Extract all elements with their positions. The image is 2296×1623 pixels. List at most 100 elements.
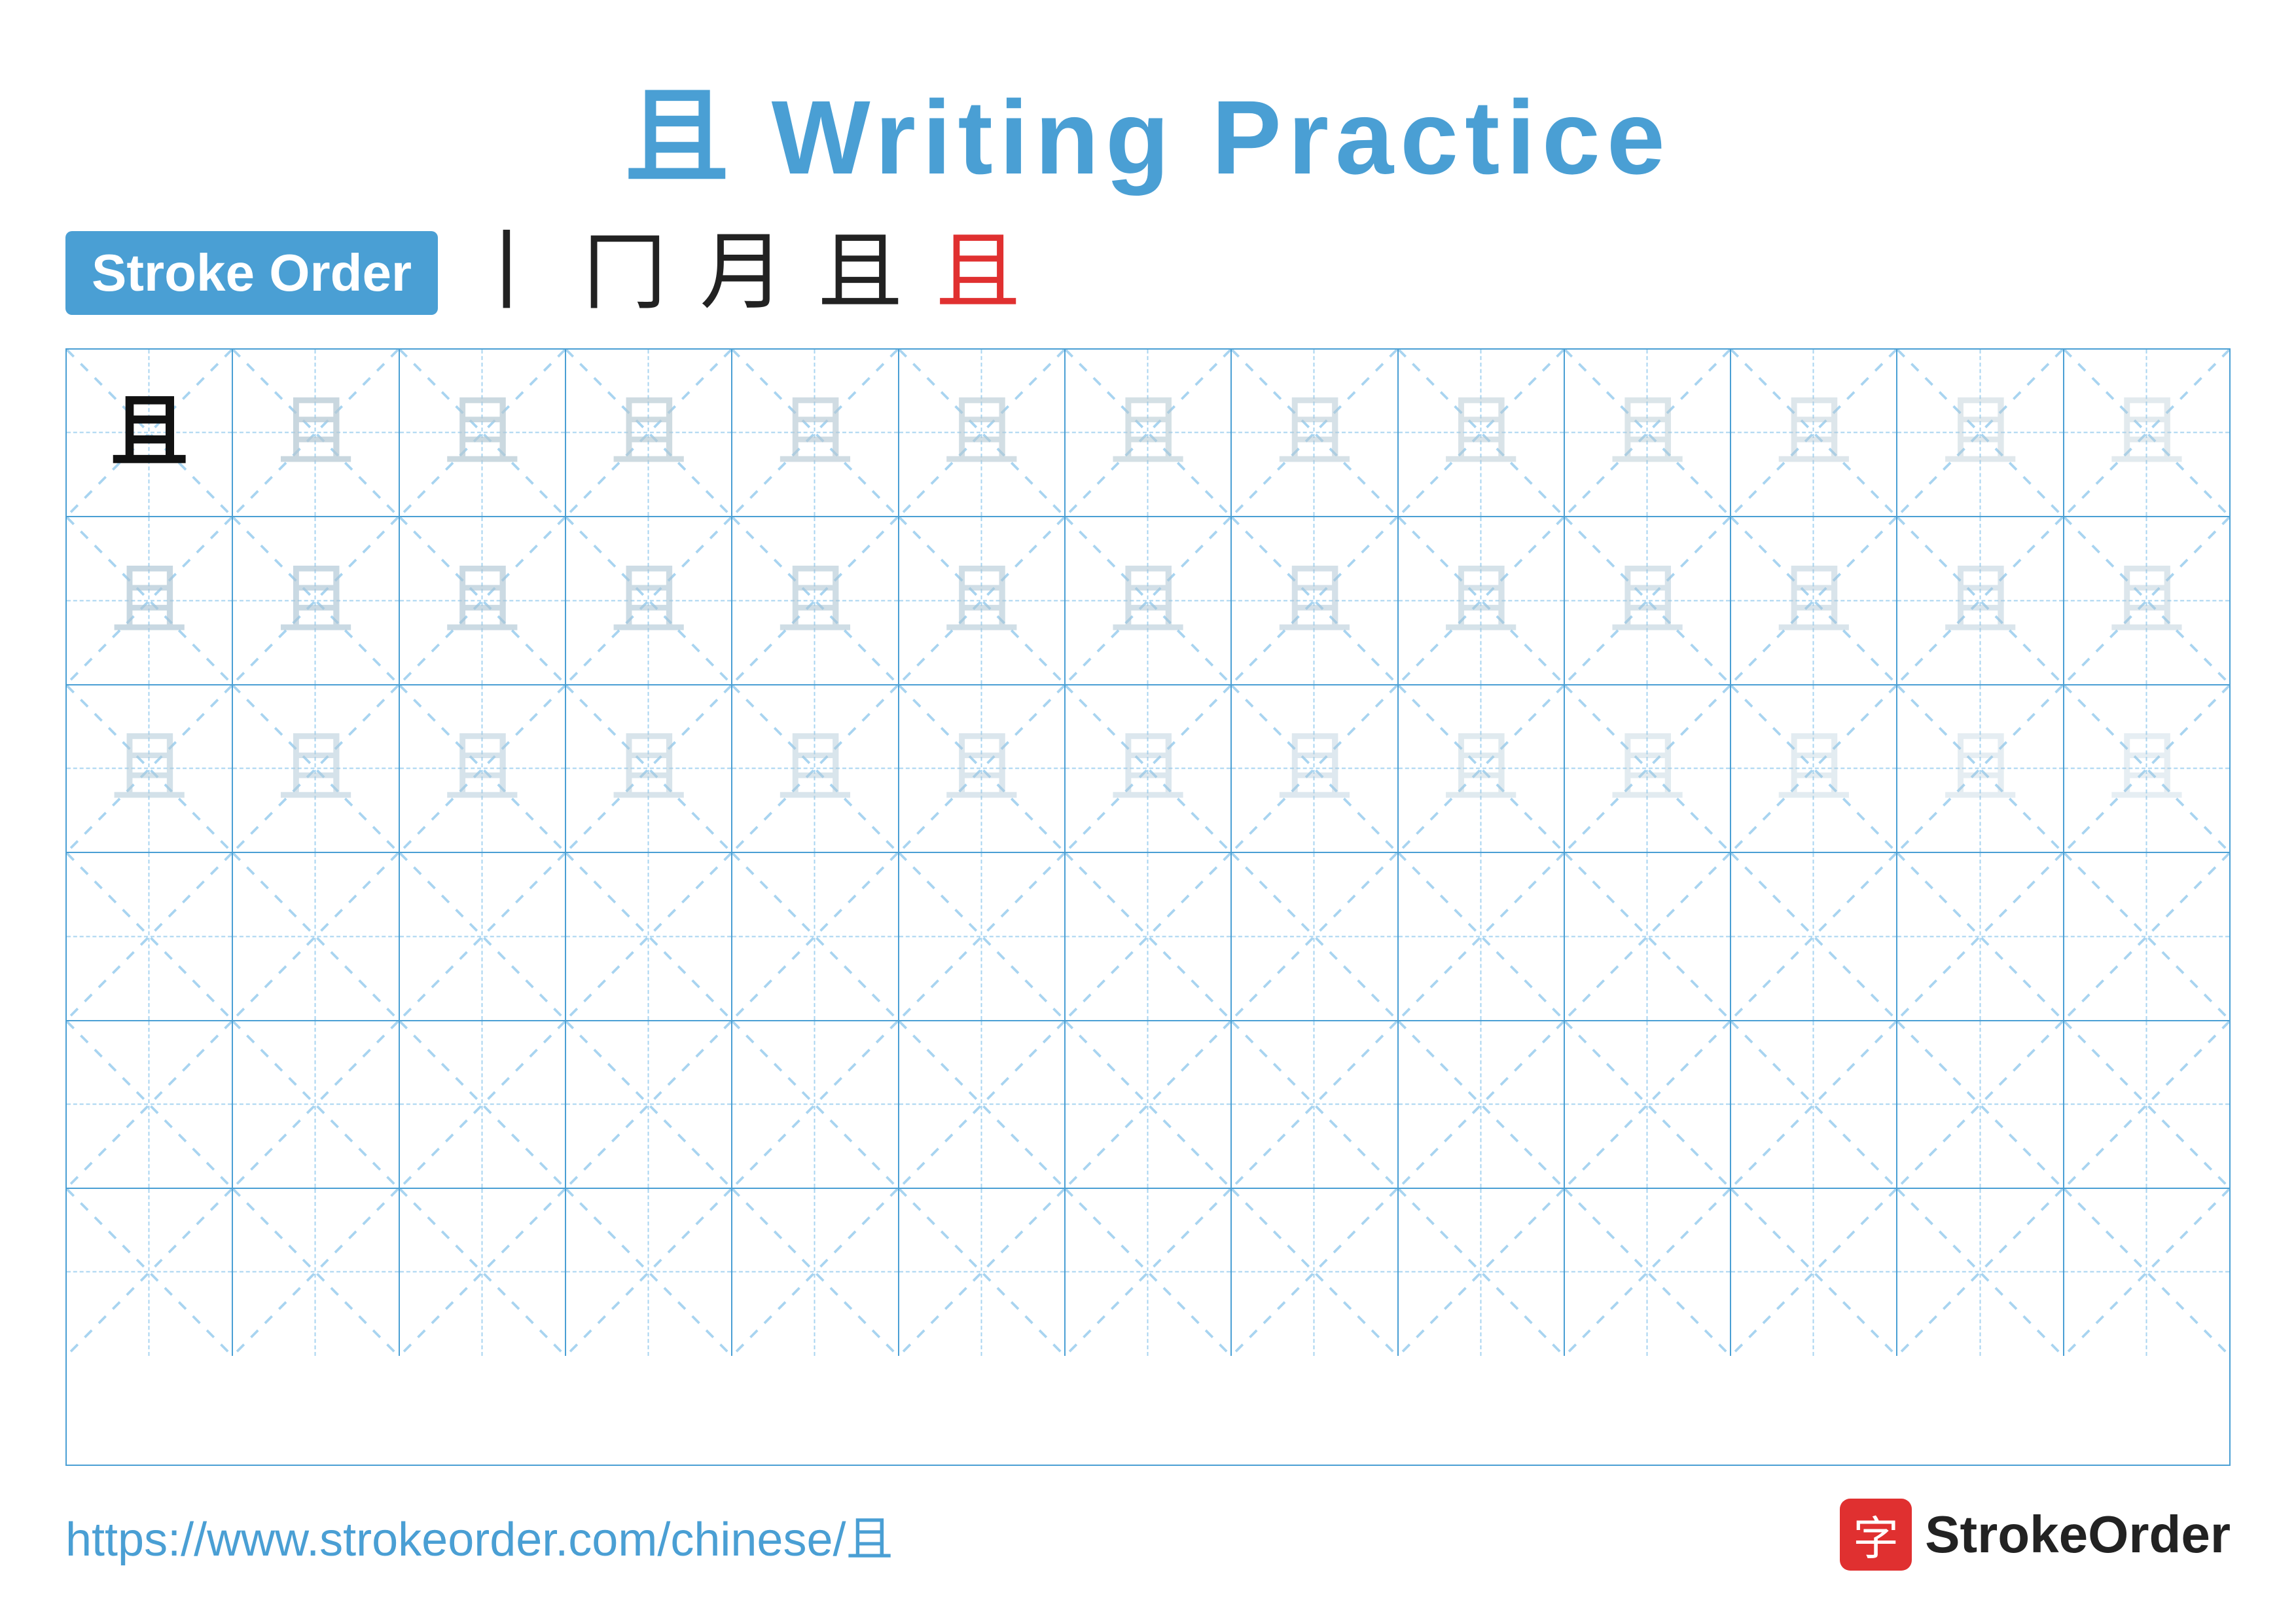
practice-char: 且	[443, 729, 522, 808]
grid-cell[interactable]: 且	[566, 517, 732, 684]
grid-cell[interactable]: 且	[1731, 517, 1897, 684]
grid-cell[interactable]	[1066, 853, 1232, 1019]
practice-char: 且	[2108, 393, 2186, 472]
grid-cell[interactable]	[233, 853, 399, 1019]
stroke-2: 冂	[582, 230, 667, 316]
grid-cell[interactable]: 且	[1565, 517, 1731, 684]
grid-cell[interactable]: 且	[1399, 517, 1565, 684]
grid-cell[interactable]: 且	[1066, 350, 1232, 516]
grid-cell[interactable]: 且	[732, 517, 899, 684]
footer: https://www.strokeorder.com/chinese/且 字 …	[65, 1499, 2231, 1571]
grid-cell[interactable]	[1232, 1189, 1398, 1355]
grid-cell[interactable]	[2064, 1021, 2229, 1188]
grid-cell[interactable]: 且	[1565, 685, 1731, 852]
grid-cell[interactable]: 且	[1399, 350, 1565, 516]
grid-cell[interactable]: 且	[2064, 350, 2229, 516]
grid-cell[interactable]	[400, 853, 566, 1019]
grid-cell[interactable]: 且	[400, 350, 566, 516]
stroke-order-area: Stroke Order 丨 冂 月 且 且	[65, 230, 2231, 316]
practice-char: 且	[1275, 393, 1354, 472]
practice-char: 且	[1109, 393, 1187, 472]
grid-cell[interactable]: 且	[233, 517, 399, 684]
grid-cell[interactable]	[899, 1021, 1066, 1188]
grid-row-3: 且且且且且且且且且且且且且	[67, 685, 2229, 853]
grid-cell[interactable]: 且	[1232, 685, 1398, 852]
grid-cell[interactable]	[566, 1021, 732, 1188]
page-title: 且 Writing Practice	[65, 52, 2231, 204]
page: 且 Writing Practice Stroke Order 丨 冂 月 且 …	[0, 0, 2296, 1623]
practice-char: 且	[1442, 729, 1520, 808]
grid-cell[interactable]: 且	[233, 350, 399, 516]
grid-cell[interactable]	[233, 1189, 399, 1355]
grid-cell[interactable]	[1399, 853, 1565, 1019]
grid-cell[interactable]: 且	[400, 685, 566, 852]
grid-cell[interactable]: 且	[400, 517, 566, 684]
practice-char: 且	[1109, 729, 1187, 808]
footer-url[interactable]: https://www.strokeorder.com/chinese/且	[65, 1501, 893, 1569]
grid-cell[interactable]: 且	[899, 350, 1066, 516]
grid-cell[interactable]: 且	[732, 685, 899, 852]
grid-cell[interactable]	[1731, 1189, 1897, 1355]
grid-cell[interactable]	[1232, 853, 1398, 1019]
practice-char: 且	[276, 729, 355, 808]
grid-cell[interactable]: 且	[2064, 517, 2229, 684]
grid-cell[interactable]	[67, 1021, 233, 1188]
practice-char: 且	[1608, 562, 1687, 640]
grid-cell[interactable]	[1897, 853, 2064, 1019]
grid-cell[interactable]	[1565, 1189, 1731, 1355]
grid-cell[interactable]	[1066, 1021, 1232, 1188]
grid-cell[interactable]	[1897, 1189, 2064, 1355]
grid-cell[interactable]	[67, 853, 233, 1019]
grid-cell[interactable]: 且	[233, 685, 399, 852]
grid-cell[interactable]	[732, 1189, 899, 1355]
grid-cell[interactable]	[1399, 1021, 1565, 1188]
grid-cell[interactable]: 且	[1232, 350, 1398, 516]
grid-cell[interactable]: 且	[1232, 517, 1398, 684]
grid-cell[interactable]	[1232, 1021, 1398, 1188]
grid-cell[interactable]: 且	[67, 350, 233, 516]
grid-cell[interactable]	[400, 1189, 566, 1355]
grid-cell[interactable]	[1731, 853, 1897, 1019]
grid-cell[interactable]	[1565, 853, 1731, 1019]
grid-cell[interactable]	[67, 1189, 233, 1355]
grid-cell[interactable]: 且	[1897, 685, 2064, 852]
grid-cell[interactable]	[2064, 853, 2229, 1019]
grid-cell[interactable]: 且	[1066, 517, 1232, 684]
grid-cell[interactable]	[899, 853, 1066, 1019]
grid-cell[interactable]	[1731, 1021, 1897, 1188]
grid-cell[interactable]	[233, 1021, 399, 1188]
stroke-1: 丨	[464, 230, 549, 316]
grid-cell[interactable]	[732, 853, 899, 1019]
grid-cell[interactable]: 且	[1731, 350, 1897, 516]
grid-cell[interactable]	[1399, 1189, 1565, 1355]
grid-cell[interactable]: 且	[899, 685, 1066, 852]
practice-char: 且	[942, 562, 1021, 640]
grid-cell[interactable]	[566, 853, 732, 1019]
grid-cell[interactable]	[732, 1021, 899, 1188]
grid-cell[interactable]	[2064, 1189, 2229, 1355]
grid-cell[interactable]: 且	[2064, 685, 2229, 852]
grid-cell[interactable]	[566, 1189, 732, 1355]
grid-cell[interactable]	[400, 1021, 566, 1188]
title-character: 且	[624, 79, 736, 196]
grid-cell[interactable]: 且	[1066, 685, 1232, 852]
practice-char: 且	[942, 393, 1021, 472]
grid-cell[interactable]	[1066, 1189, 1232, 1355]
grid-cell[interactable]: 且	[1897, 350, 2064, 516]
grid-cell[interactable]: 且	[732, 350, 899, 516]
grid-cell[interactable]	[899, 1189, 1066, 1355]
grid-cell[interactable]: 且	[1897, 517, 2064, 684]
grid-cell[interactable]: 且	[566, 685, 732, 852]
grid-cell[interactable]: 且	[566, 350, 732, 516]
grid-cell[interactable]: 且	[899, 517, 1066, 684]
stroke-5: 且	[935, 230, 1020, 316]
grid-cell[interactable]: 且	[67, 517, 233, 684]
footer-logo: 字 StrokeOrder	[1840, 1499, 2231, 1571]
grid-cell[interactable]: 且	[1565, 350, 1731, 516]
grid-cell[interactable]: 且	[1731, 685, 1897, 852]
grid-cell[interactable]: 且	[1399, 685, 1565, 852]
grid-cell[interactable]	[1565, 1021, 1731, 1188]
practice-char: 且	[1774, 562, 1853, 640]
grid-cell[interactable]: 且	[67, 685, 233, 852]
grid-cell[interactable]	[1897, 1021, 2064, 1188]
